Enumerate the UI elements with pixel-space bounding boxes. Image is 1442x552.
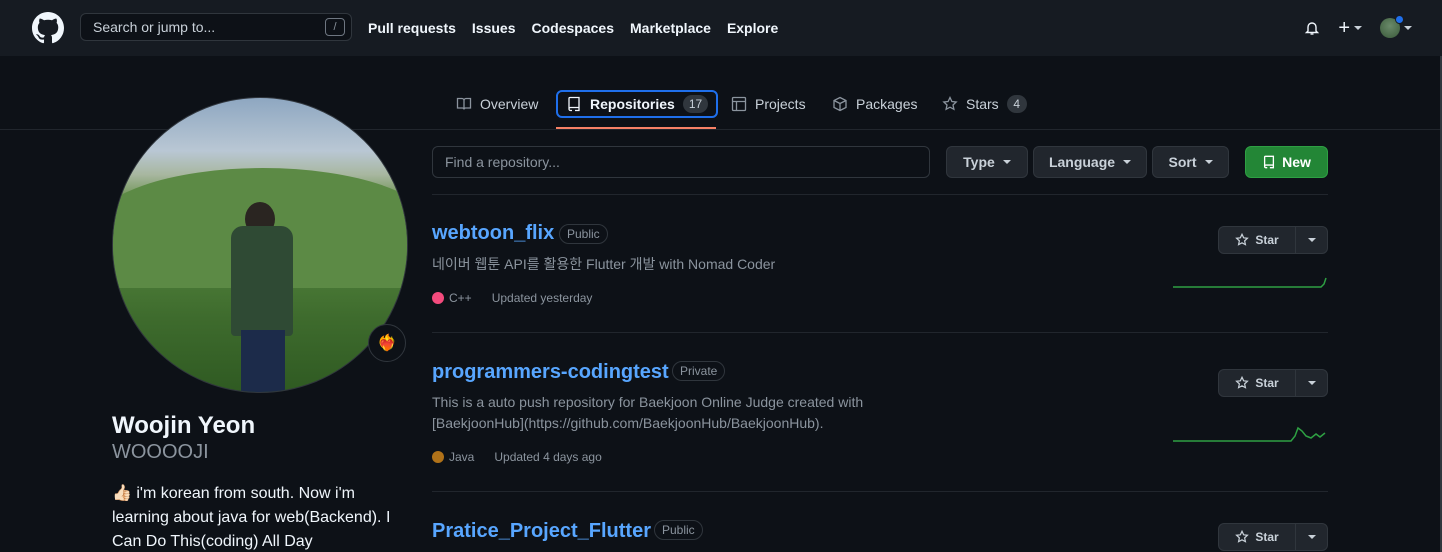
chevron-down-icon bbox=[1002, 160, 1011, 164]
heart-fire-icon: ❤️‍🔥 bbox=[377, 335, 397, 352]
repo-language: Java bbox=[432, 450, 474, 464]
star-button[interactable]: Star bbox=[1218, 523, 1328, 551]
avatar bbox=[1380, 15, 1404, 38]
bell-icon[interactable] bbox=[1304, 20, 1320, 36]
stars-count-badge: 4 bbox=[1006, 95, 1027, 113]
nav-pull-requests[interactable]: Pull requests bbox=[368, 20, 456, 36]
create-new-menu[interactable]: + bbox=[1338, 17, 1362, 39]
tab-label: Projects bbox=[755, 96, 806, 112]
chevron-down-icon bbox=[1307, 238, 1316, 242]
global-search-input[interactable]: Search or jump to... / bbox=[80, 13, 352, 41]
tab-projects[interactable]: Projects bbox=[723, 90, 814, 118]
sort-button[interactable]: Sort bbox=[1152, 146, 1229, 178]
repo-icon bbox=[568, 96, 580, 112]
divider bbox=[432, 194, 1328, 195]
table-icon bbox=[731, 96, 747, 112]
github-logo-icon[interactable] bbox=[32, 12, 64, 44]
type-label: Type bbox=[963, 154, 995, 170]
chevron-down-icon bbox=[1204, 160, 1213, 164]
tab-stars[interactable]: Stars 4 bbox=[934, 90, 1035, 118]
repo-icon bbox=[1264, 155, 1275, 169]
find-repository-input[interactable]: Find a repository... bbox=[432, 146, 930, 178]
star-toggle[interactable]: Star bbox=[1219, 227, 1296, 253]
star-button[interactable]: Star bbox=[1218, 226, 1328, 254]
new-repository-button[interactable]: New bbox=[1245, 146, 1328, 178]
language-color-dot bbox=[432, 451, 444, 463]
tab-label: Overview bbox=[480, 96, 539, 112]
chevron-down-icon bbox=[1123, 160, 1132, 164]
star-icon bbox=[942, 96, 958, 111]
visibility-badge: Public bbox=[654, 520, 703, 540]
plus-icon: + bbox=[1338, 17, 1350, 39]
star-label: Star bbox=[1255, 376, 1279, 390]
profile-avatar[interactable] bbox=[112, 97, 408, 393]
slash-shortcut-icon: / bbox=[325, 18, 345, 36]
type-filter-button[interactable]: Type bbox=[946, 146, 1028, 178]
star-icon bbox=[1235, 530, 1250, 543]
repo-name-link[interactable]: programmers-codingtest bbox=[432, 361, 669, 384]
notification-dot-icon bbox=[1395, 15, 1404, 24]
repo-updated: Updated 4 days ago bbox=[494, 450, 602, 464]
repo-name-link[interactable]: Pratice_Project_Flutter bbox=[432, 520, 651, 543]
chevron-down-icon bbox=[1404, 26, 1412, 30]
repo-description: 네이버 웹툰 API를 활용한 Flutter 개발 with Nomad Co… bbox=[432, 256, 776, 272]
star-list-dropdown[interactable] bbox=[1296, 227, 1327, 253]
repo-language: C++ bbox=[432, 291, 472, 305]
nav-codespaces[interactable]: Codespaces bbox=[532, 20, 614, 36]
nav-marketplace[interactable]: Marketplace bbox=[630, 20, 711, 36]
header-actions: + bbox=[1304, 0, 1412, 56]
language-label: Java bbox=[449, 450, 475, 464]
repo-description: This is a auto push repository for Baekj… bbox=[432, 394, 864, 431]
sort-label: Sort bbox=[1168, 154, 1197, 170]
visibility-badge: Private bbox=[672, 361, 726, 381]
star-label: Star bbox=[1255, 233, 1279, 247]
search-placeholder: Search or jump to... bbox=[93, 19, 216, 35]
profile-bio: 👍🏻 i'm korean from south. Now i'm learni… bbox=[112, 485, 391, 550]
visibility-badge: Public bbox=[559, 224, 608, 244]
language-label: Language bbox=[1048, 154, 1116, 170]
star-list-dropdown[interactable] bbox=[1296, 370, 1327, 396]
divider bbox=[432, 491, 1328, 492]
tab-label: Stars bbox=[966, 96, 999, 112]
language-label: C++ bbox=[449, 291, 472, 305]
star-icon bbox=[1235, 233, 1250, 246]
package-icon bbox=[833, 96, 847, 112]
star-button[interactable]: Star bbox=[1218, 369, 1328, 397]
find-placeholder: Find a repository... bbox=[445, 154, 560, 170]
user-menu[interactable] bbox=[1380, 15, 1412, 38]
tab-repositories[interactable]: Repositories 17 bbox=[556, 90, 719, 118]
repo-updated: Updated yesterday bbox=[491, 291, 593, 305]
star-list-dropdown[interactable] bbox=[1296, 524, 1327, 550]
nav-explore[interactable]: Explore bbox=[727, 20, 778, 36]
repo-meta: Java Updated 4 days ago bbox=[432, 450, 602, 464]
repo-count-badge: 17 bbox=[682, 95, 709, 113]
chevron-down-icon bbox=[1354, 26, 1362, 30]
activity-sparkline bbox=[1173, 277, 1327, 288]
book-icon bbox=[456, 97, 472, 110]
global-nav: Pull requests Issues Codespaces Marketpl… bbox=[368, 0, 778, 56]
divider bbox=[432, 332, 1328, 333]
language-color-dot bbox=[432, 292, 444, 304]
status-emoji-button[interactable]: ❤️‍🔥 bbox=[368, 324, 406, 362]
star-toggle[interactable]: Star bbox=[1219, 370, 1296, 396]
star-label: Star bbox=[1255, 530, 1279, 544]
tab-packages[interactable]: Packages bbox=[824, 90, 925, 118]
tab-overview[interactable]: Overview bbox=[448, 90, 546, 118]
new-label: New bbox=[1282, 154, 1311, 170]
repo-name-link[interactable]: webtoon_flix bbox=[432, 222, 554, 245]
star-icon bbox=[1235, 376, 1250, 389]
star-toggle[interactable]: Star bbox=[1219, 524, 1296, 550]
language-filter-button[interactable]: Language bbox=[1033, 146, 1147, 178]
repo-meta: C++ Updated yesterday bbox=[432, 291, 592, 305]
tab-label: Repositories bbox=[590, 96, 675, 112]
activity-sparkline bbox=[1173, 426, 1326, 442]
selected-tab-underline bbox=[556, 127, 716, 129]
global-header: Search or jump to... / Pull requests Iss… bbox=[0, 0, 1442, 56]
tab-label: Packages bbox=[856, 96, 918, 112]
nav-issues[interactable]: Issues bbox=[472, 20, 516, 36]
profile-name: Woojin Yeon bbox=[112, 412, 256, 439]
profile-username: WOOOOJI bbox=[112, 441, 209, 463]
chevron-down-icon bbox=[1307, 535, 1316, 539]
chevron-down-icon bbox=[1307, 381, 1316, 385]
